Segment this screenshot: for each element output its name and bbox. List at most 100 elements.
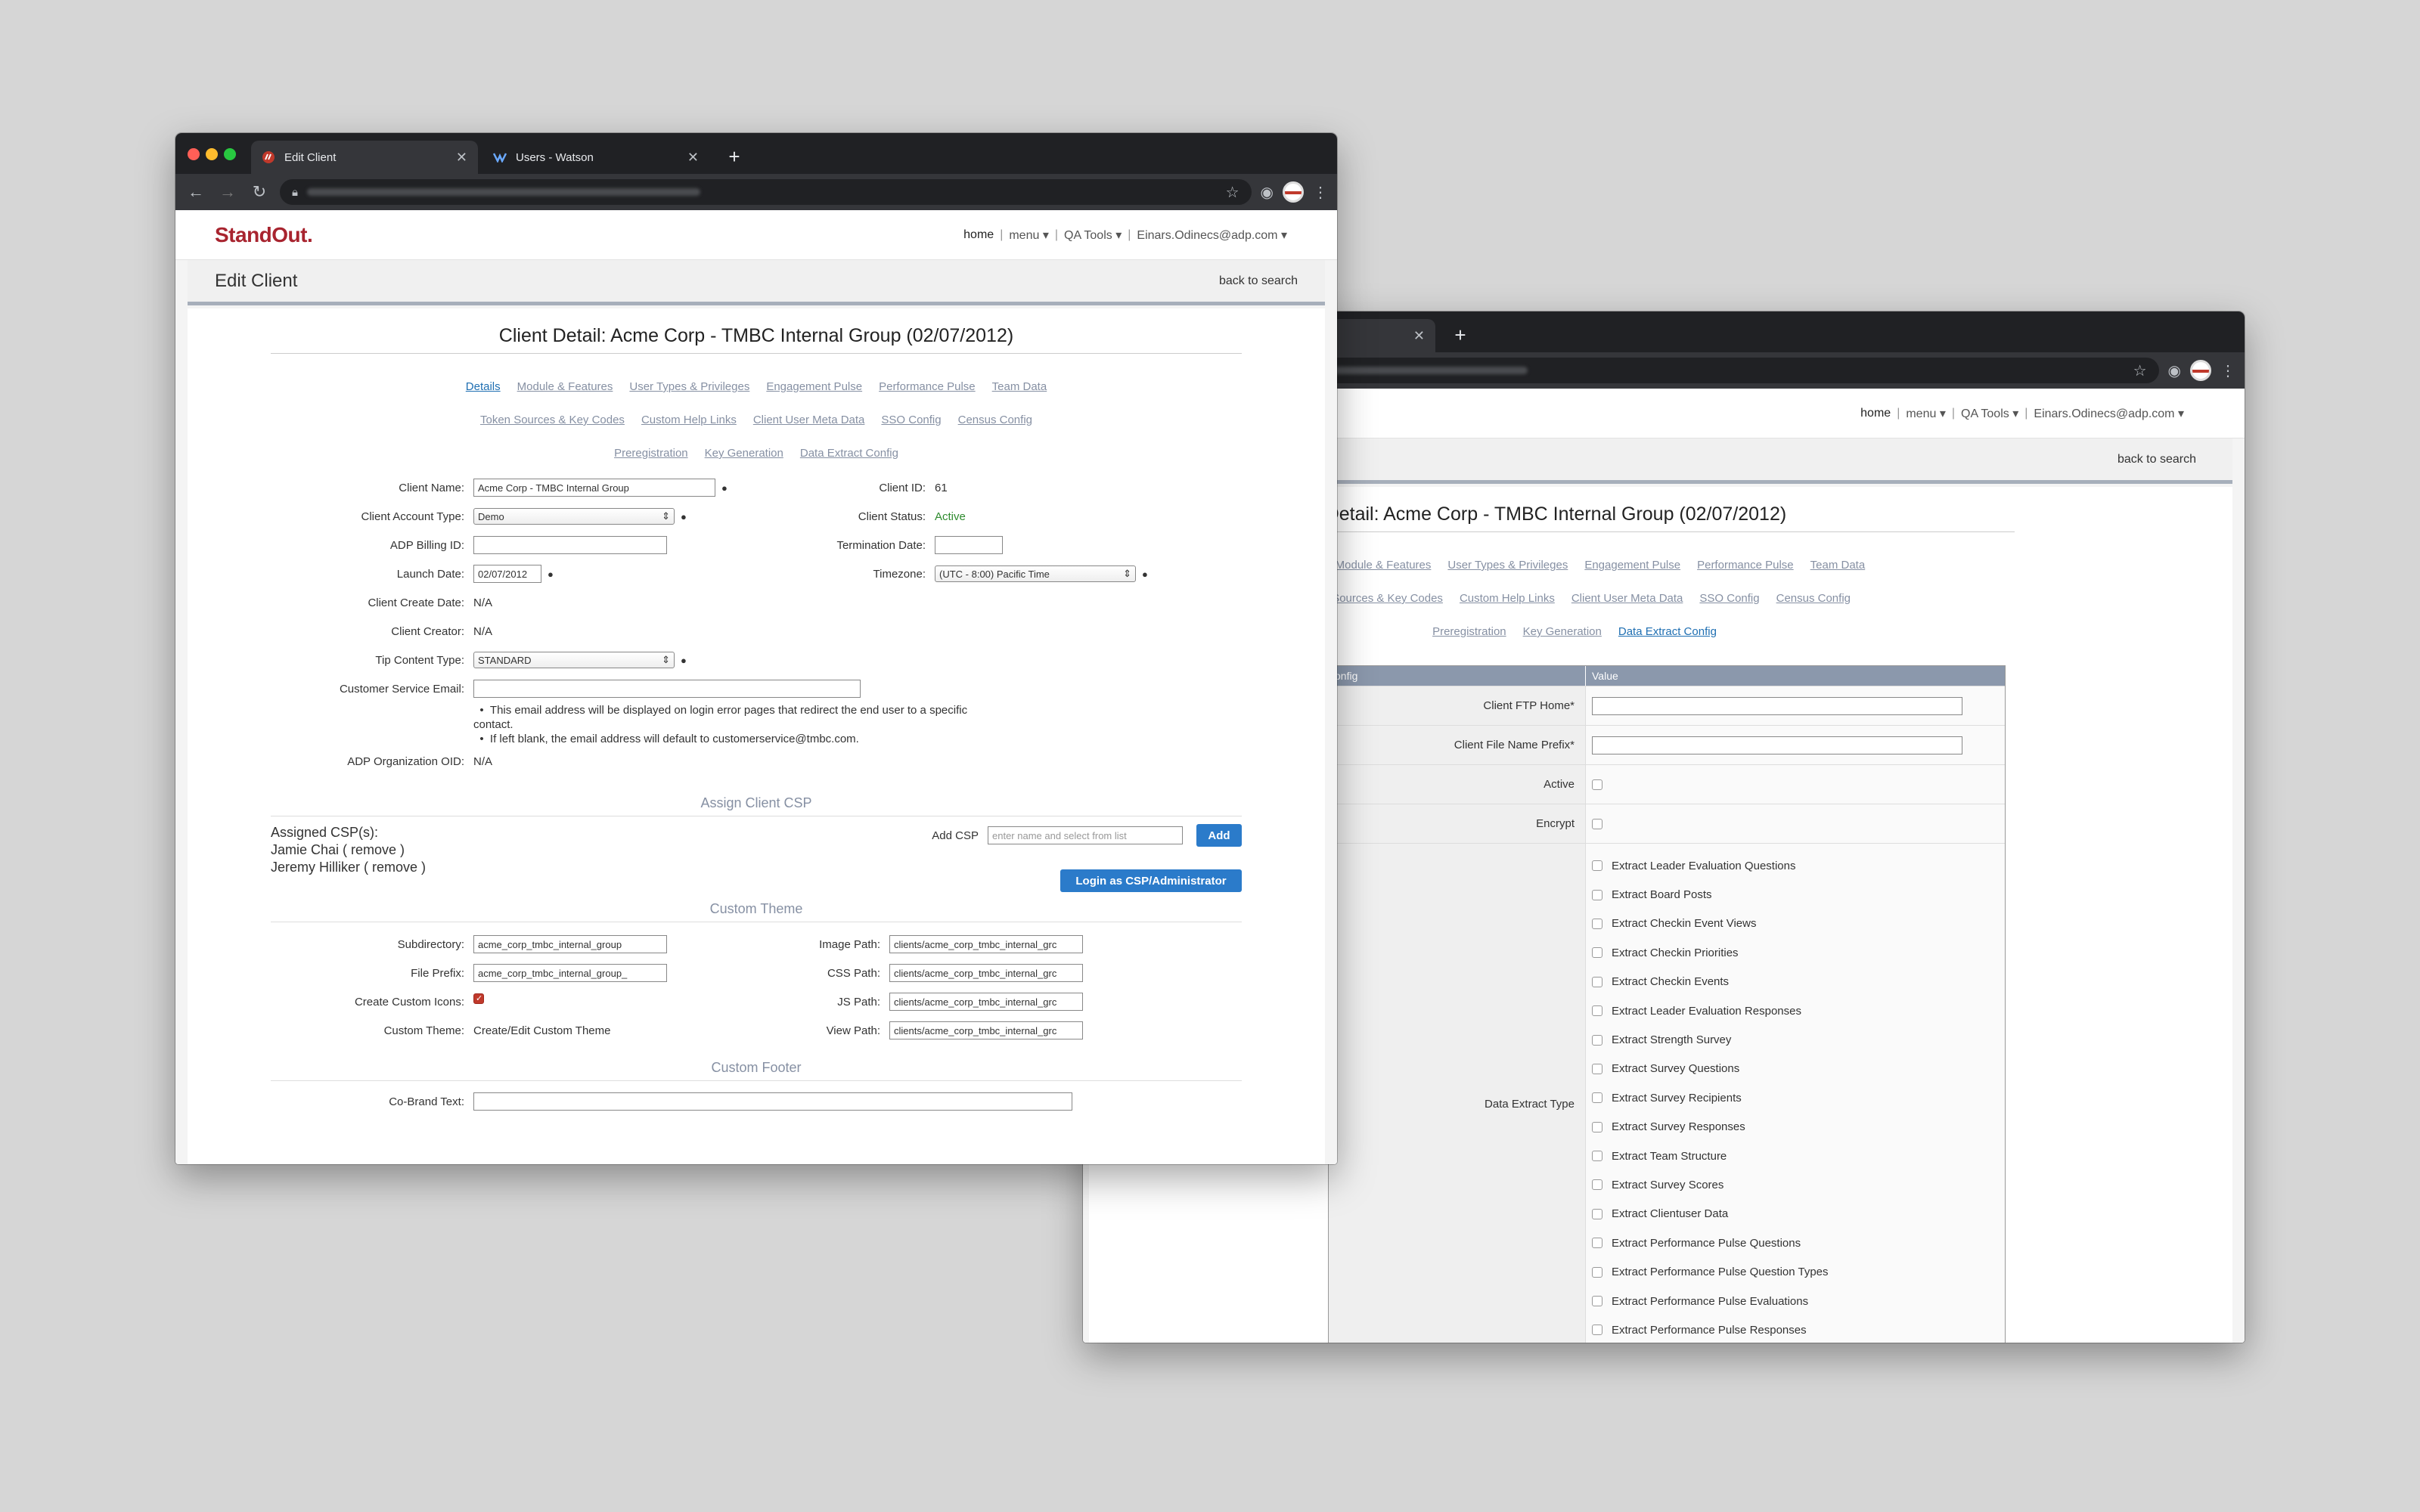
extract-type-checkbox[interactable] <box>1592 1325 1602 1336</box>
file-prefix-input[interactable] <box>1592 736 1962 754</box>
subnav-link-preregistration[interactable]: Preregistration <box>614 447 688 460</box>
cobrand-input[interactable] <box>473 1092 1072 1111</box>
subnav-link-client-user-meta-data[interactable]: Client User Meta Data <box>1571 592 1683 605</box>
profile-avatar[interactable] <box>1283 181 1304 203</box>
extract-type-checkbox[interactable] <box>1592 947 1602 959</box>
view-path-input[interactable]: clients/acme_corp_tmbc_internal_grc <box>889 1021 1083 1040</box>
billing-id-input[interactable] <box>473 536 667 554</box>
profile-avatar[interactable] <box>2190 360 2211 381</box>
subnav-link-team-data[interactable]: Team Data <box>1810 559 1866 572</box>
account-type-select[interactable]: Demo ⇕ <box>473 508 675 525</box>
assigned-csp-item[interactable]: Jeremy Hilliker ( remove ) <box>271 859 426 876</box>
css-path-input[interactable]: clients/acme_corp_tmbc_internal_grc <box>889 964 1083 982</box>
extract-type-option[interactable]: Extract Team Structure <box>1592 1142 1829 1170</box>
extract-type-option[interactable]: Extract Survey Responses <box>1592 1113 1829 1142</box>
extract-type-checkbox[interactable] <box>1592 1179 1602 1191</box>
subnav-link-performance-pulse[interactable]: Performance Pulse <box>879 380 976 393</box>
extract-type-option[interactable]: Extract Checkin Events <box>1592 968 1829 996</box>
tab-edit-client[interactable]: Edit Client ✕ <box>251 141 478 174</box>
subnav-link-preregistration[interactable]: Preregistration <box>1432 625 1506 638</box>
extension-icon[interactable]: ◉ <box>2168 361 2181 380</box>
extract-type-checkbox[interactable] <box>1592 1266 1602 1278</box>
client-name-input[interactable]: Acme Corp - TMBC Internal Group <box>473 479 715 497</box>
extract-type-option[interactable]: Extract Survey Scores <box>1592 1170 1829 1199</box>
subnav-link-custom-help-links[interactable]: Custom Help Links <box>641 414 737 426</box>
subnav-link-team-data[interactable]: Team Data <box>992 380 1047 393</box>
close-tab-icon[interactable]: ✕ <box>687 150 699 166</box>
extension-icon[interactable]: ◉ <box>1261 183 1274 202</box>
subnav-link-sso-config[interactable]: SSO Config <box>881 414 941 426</box>
close-window-icon[interactable] <box>188 148 200 160</box>
login-as-csp-button[interactable]: Login as CSP/Administrator <box>1060 869 1242 892</box>
nav-home-link[interactable]: home <box>1860 407 1891 420</box>
star-icon[interactable]: ☆ <box>1226 183 1239 202</box>
active-checkbox[interactable] <box>1592 779 1602 790</box>
extract-type-option[interactable]: Extract Leader Evaluation Responses <box>1592 996 1829 1025</box>
subnav-link-details[interactable]: Details <box>466 380 501 393</box>
back-to-search-link[interactable]: back to search <box>1219 274 1298 288</box>
extract-type-option[interactable]: Extract Survey Recipients <box>1592 1083 1829 1112</box>
subnav-link-sso-config[interactable]: SSO Config <box>1699 592 1759 605</box>
tab-users-watson[interactable]: Users - Watson ✕ <box>482 141 709 174</box>
nav-qa-tools[interactable]: QA Tools ▾ <box>1961 406 2018 421</box>
launch-date-input[interactable]: 02/07/2012 <box>473 565 541 583</box>
subnav-link-census-config[interactable]: Census Config <box>958 414 1032 426</box>
subnav-link-client-user-meta-data[interactable]: Client User Meta Data <box>753 414 865 426</box>
extract-type-checkbox[interactable] <box>1592 1092 1602 1104</box>
back-arrow-icon[interactable]: ← <box>185 182 207 202</box>
kebab-menu-icon[interactable]: ⋮ <box>2220 361 2235 380</box>
encrypt-checkbox[interactable] <box>1592 818 1602 829</box>
subnav-link-key-generation[interactable]: Key Generation <box>705 447 783 460</box>
standout-logo[interactable]: StandOut. <box>215 223 313 247</box>
extract-type-option[interactable]: Extract Clientuser Data <box>1592 1200 1829 1228</box>
termination-date-input[interactable] <box>935 536 1003 554</box>
subnav-link-performance-pulse[interactable]: Performance Pulse <box>1697 559 1794 572</box>
extract-type-checkbox[interactable] <box>1592 976 1602 987</box>
close-tab-icon[interactable]: ✕ <box>1413 328 1425 344</box>
extract-type-checkbox[interactable] <box>1592 889 1602 900</box>
subnav-link-custom-help-links[interactable]: Custom Help Links <box>1460 592 1555 605</box>
extract-type-checkbox[interactable] <box>1592 1208 1602 1219</box>
extract-type-checkbox[interactable] <box>1592 1005 1602 1017</box>
extract-type-option[interactable]: Extract Checkin Event Views <box>1592 909 1829 938</box>
close-tab-icon[interactable]: ✕ <box>456 150 467 166</box>
custom-icons-checkbox[interactable] <box>473 993 484 1004</box>
nav-qa-tools[interactable]: QA Tools ▾ <box>1064 228 1122 243</box>
minimize-window-icon[interactable] <box>206 148 218 160</box>
subnav-link-data-extract-config[interactable]: Data Extract Config <box>800 447 898 460</box>
forward-arrow-icon[interactable]: → <box>216 182 239 202</box>
extract-type-option[interactable]: Extract Strength Survey <box>1592 1025 1829 1054</box>
kebab-menu-icon[interactable]: ⋮ <box>1313 183 1328 202</box>
extract-type-option[interactable]: Extract Board Posts <box>1592 880 1829 909</box>
reload-icon[interactable]: ↻ <box>248 182 271 202</box>
subnav-link-engagement-pulse[interactable]: Engagement Pulse <box>766 380 862 393</box>
extract-type-option[interactable]: Extract Performance Pulse Question Types <box>1592 1257 1829 1286</box>
subdir-input[interactable]: acme_corp_tmbc_internal_group <box>473 935 667 953</box>
address-bar[interactable]: 🔒︎ ☆ <box>280 179 1252 205</box>
extract-type-option[interactable]: Extract Leader Evaluation Questions <box>1592 851 1829 880</box>
image-path-input[interactable]: clients/acme_corp_tmbc_internal_grc <box>889 935 1083 953</box>
js-path-input[interactable]: clients/acme_corp_tmbc_internal_grc <box>889 993 1083 1011</box>
cs-email-input[interactable] <box>473 680 861 698</box>
subnav-link-token-sources-key-codes[interactable]: Token Sources & Key Codes <box>480 414 625 426</box>
subnav-link-key-generation[interactable]: Key Generation <box>1523 625 1602 638</box>
back-to-search-link[interactable]: back to search <box>2118 453 2196 466</box>
subnav-link-data-extract-config[interactable]: Data Extract Config <box>1618 625 1717 638</box>
new-tab-icon[interactable]: + <box>1447 322 1473 348</box>
nav-menu[interactable]: menu ▾ <box>1906 406 1946 421</box>
subnav-link-user-types-privileges[interactable]: User Types & Privileges <box>629 380 749 393</box>
edit-custom-theme-link[interactable]: Create/Edit Custom Theme <box>473 1024 610 1037</box>
subnav-link-user-types-privileges[interactable]: User Types & Privileges <box>1447 559 1568 572</box>
extract-type-checkbox[interactable] <box>1592 1121 1602 1132</box>
extract-type-checkbox[interactable] <box>1592 918 1602 929</box>
star-icon[interactable]: ☆ <box>2133 361 2147 380</box>
extract-type-option[interactable]: Extract Performance Pulse Questions <box>1592 1228 1829 1257</box>
add-csp-button[interactable]: Add <box>1196 824 1242 847</box>
subnav-link-module-features[interactable]: Module & Features <box>517 380 613 393</box>
subnav-link-engagement-pulse[interactable]: Engagement Pulse <box>1584 559 1680 572</box>
extract-type-option[interactable]: Extract Checkin Priorities <box>1592 938 1829 967</box>
tip-type-select[interactable]: STANDARD ⇕ <box>473 652 675 668</box>
extract-type-checkbox[interactable] <box>1592 1034 1602 1046</box>
maximize-window-icon[interactable] <box>224 148 236 160</box>
extract-type-option[interactable]: Extract Performance Pulse Responses <box>1592 1315 1829 1343</box>
